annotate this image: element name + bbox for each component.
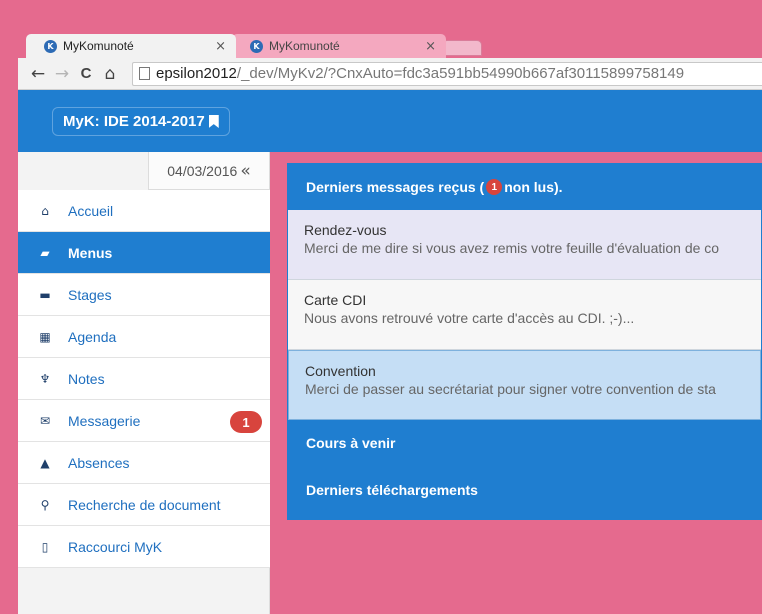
sidebar-item-label: Recherche de document bbox=[68, 496, 221, 513]
sidebar-item-stages[interactable]: ▬ Stages bbox=[18, 274, 270, 316]
sidebar-item-label: Absences bbox=[68, 454, 130, 471]
message-preview: Merci de passer au secrétariat pour sign… bbox=[305, 381, 716, 397]
home-icon[interactable]: ⌂ bbox=[98, 64, 122, 84]
url-path: /_dev/MyKv2/?CnxAuto=fdc3a591bb54990b667… bbox=[236, 65, 685, 82]
sidebar-item-recherche[interactable]: ⚲ Recherche de document bbox=[18, 484, 270, 526]
message-title: Convention bbox=[305, 363, 376, 379]
brand-label: MyK: IDE 2014-2017 bbox=[63, 113, 205, 130]
upcoming-courses-header[interactable]: Cours à venir bbox=[288, 420, 761, 466]
collapse-sidebar-icon[interactable]: « bbox=[240, 161, 250, 181]
sidebar-item-label: Menus bbox=[68, 244, 113, 261]
message-preview: Merci de me dire si vous avez remis votr… bbox=[304, 240, 720, 256]
tab-close-icon[interactable]: × bbox=[425, 39, 436, 54]
reload-icon[interactable]: C bbox=[74, 65, 98, 82]
sidebar-item-messagerie[interactable]: ✉ Messagerie 1 bbox=[18, 400, 270, 442]
browser-tabstrip: K MyKomunoté × K MyKomunoté × bbox=[18, 30, 762, 58]
bell-icon: ▲ bbox=[40, 455, 50, 470]
sidebar-item-label: Raccourci MyK bbox=[68, 538, 163, 555]
browser-toolbar: ← → C ⌂ epsilon2012 /_dev/MyKv2/?CnxAuto… bbox=[18, 58, 762, 90]
sidebar-item-agenda[interactable]: ▦ Agenda bbox=[18, 316, 270, 358]
mykomunote-favicon-icon: K bbox=[44, 39, 57, 53]
unread-count-badge: 1 bbox=[230, 411, 262, 433]
dashboard-panel: Derniers messages reçus ( 1 non lus). Re… bbox=[287, 163, 762, 520]
tab-title: MyKomunoté bbox=[269, 39, 340, 53]
messages-header-prefix: Derniers messages reçus ( bbox=[306, 179, 485, 195]
app-header: MyK: IDE 2014-2017 bbox=[18, 90, 762, 152]
message-title: Rendez-vous bbox=[304, 222, 387, 238]
message-preview: Nous avons retrouvé votre carte d'accès … bbox=[304, 310, 635, 326]
messages-header-suffix: non lus). bbox=[504, 179, 563, 195]
sidebar-item-raccourci[interactable]: ▯ Raccourci MyK bbox=[18, 526, 270, 568]
sidebar-item-label: Agenda bbox=[68, 328, 117, 345]
trophy-icon: ♆ bbox=[39, 371, 51, 386]
tab-title: MyKomunoté bbox=[63, 39, 134, 53]
sidebar-item-label: Notes bbox=[68, 370, 105, 387]
sidebar-item-label: Accueil bbox=[68, 202, 114, 219]
search-icon: ⚲ bbox=[40, 497, 50, 512]
bookmark-icon bbox=[208, 115, 219, 128]
page-icon bbox=[139, 67, 150, 80]
url-host: epsilon2012 bbox=[156, 65, 237, 82]
message-item[interactable]: Rendez-vous Merci de me dire si vous ave… bbox=[288, 210, 761, 280]
sidebar-item-accueil[interactable]: ⌂ Accueil bbox=[18, 190, 270, 232]
back-arrow-icon[interactable]: ← bbox=[26, 64, 50, 84]
sidebar-item-notes[interactable]: ♆ Notes bbox=[18, 358, 270, 400]
sidebar-item-menus[interactable]: ▰ Menus bbox=[18, 232, 270, 274]
recent-downloads-header[interactable]: Derniers téléchargements bbox=[288, 466, 761, 514]
forward-arrow-icon[interactable]: → bbox=[50, 64, 74, 84]
browser-tab-inactive[interactable]: K MyKomunoté × bbox=[232, 34, 446, 58]
current-date: 04/03/2016 bbox=[167, 162, 238, 179]
message-title: Carte CDI bbox=[304, 292, 367, 308]
calendar-icon: ▦ bbox=[39, 329, 51, 344]
sidebar-menu: ⌂ Accueil ▰ Menus ▬ Stages ▦ Agenda ♆ No… bbox=[18, 190, 270, 568]
sidebar-item-absences[interactable]: ▲ Absences bbox=[18, 442, 270, 484]
sidebar: 04/03/2016 « ⌂ Accueil ▰ Menus ▬ Stages … bbox=[18, 152, 270, 614]
address-bar[interactable]: epsilon2012 /_dev/MyKv2/?CnxAuto=fdc3a59… bbox=[132, 61, 762, 86]
browser-tab-active[interactable]: K MyKomunoté × bbox=[26, 34, 236, 58]
messages-header[interactable]: Derniers messages reçus ( 1 non lus). bbox=[288, 164, 761, 210]
brand-button[interactable]: MyK: IDE 2014-2017 bbox=[52, 107, 230, 136]
mykomunote-favicon-icon: K bbox=[250, 39, 263, 53]
home-icon: ⌂ bbox=[41, 203, 49, 218]
sidebar-item-label: Messagerie bbox=[68, 412, 141, 429]
new-tab-button[interactable] bbox=[442, 40, 482, 56]
mobile-icon: ▯ bbox=[41, 539, 49, 554]
message-item-selected[interactable]: Convention Merci de passer au secrétaria… bbox=[288, 350, 761, 420]
folder-icon: ▬ bbox=[39, 287, 51, 302]
envelope-icon: ✉ bbox=[39, 413, 51, 428]
book-icon: ▰ bbox=[40, 245, 50, 260]
tab-close-icon[interactable]: × bbox=[215, 39, 226, 54]
sidebar-date-bar: 04/03/2016 « bbox=[148, 152, 270, 190]
unread-count-badge: 1 bbox=[486, 179, 503, 195]
message-item[interactable]: Carte CDI Nous avons retrouvé votre cart… bbox=[288, 280, 761, 350]
sidebar-item-label: Stages bbox=[68, 286, 112, 303]
